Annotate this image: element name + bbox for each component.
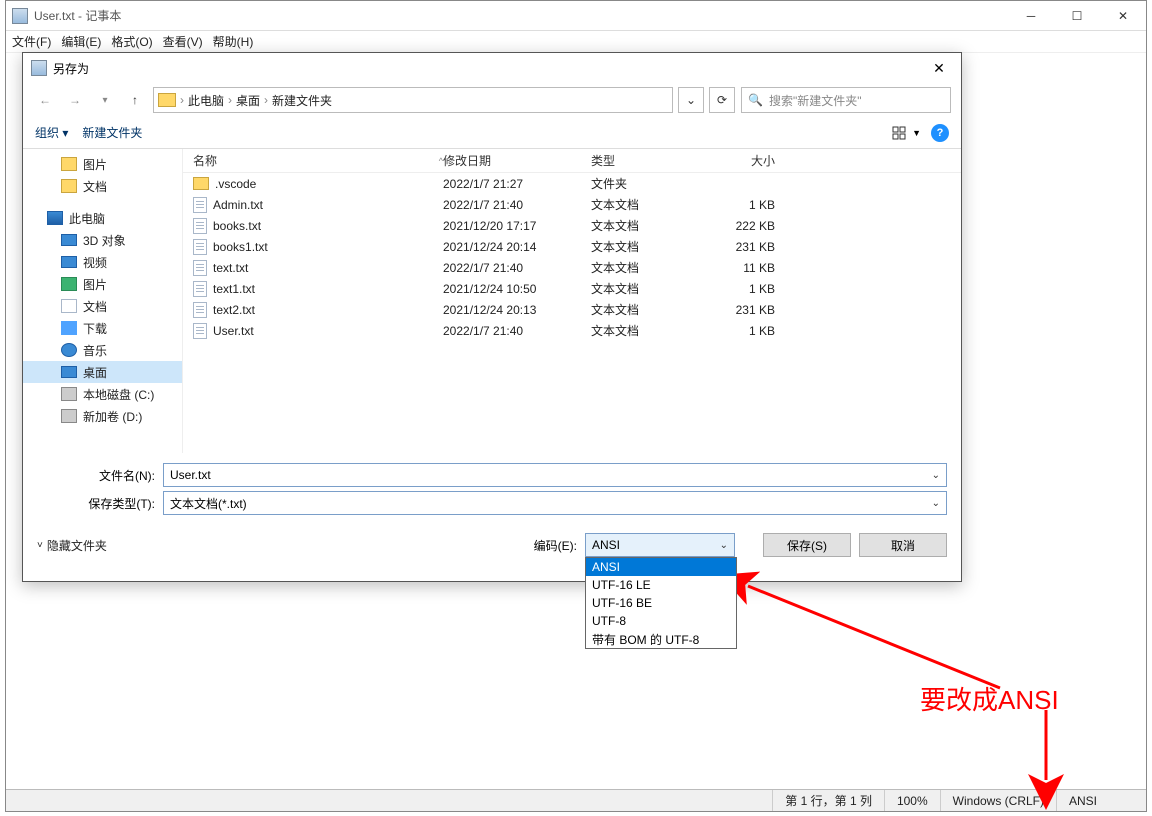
dialog-close-button[interactable]: ✕: [925, 56, 953, 80]
nav-forward-button[interactable]: →: [63, 88, 87, 112]
menubar: 文件(F) 编辑(E) 格式(O) 查看(V) 帮助(H): [6, 31, 1146, 53]
tree-item-videos[interactable]: 视频: [23, 251, 182, 273]
dialog-titlebar: 另存为 ✕: [23, 53, 961, 83]
search-placeholder: 搜索"新建文件夹": [769, 92, 862, 109]
folder-icon: [158, 93, 176, 107]
file-row[interactable]: books.txt2021/12/20 17:17文本文档222 KB: [183, 215, 961, 236]
filetype-select[interactable]: 文本文档(*.txt)⌄: [163, 491, 947, 515]
bottom-row: ˅隐藏文件夹 编码(E): ANSI⌄ ANSIUTF-16 LEUTF-16 …: [23, 523, 961, 557]
txt-file-icon: [193, 302, 207, 318]
folder-icon: [193, 177, 209, 190]
breadcrumb[interactable]: 新建文件夹: [272, 92, 332, 109]
window-title: User.txt - 记事本: [34, 7, 1008, 24]
view-options-button[interactable]: ▼: [892, 126, 921, 140]
txt-file-icon: [193, 281, 207, 297]
filename-label: 文件名(N):: [37, 467, 155, 484]
explorer-body: 图片 文档 此电脑 3D 对象 视频 图片 文档 下载 音乐 桌面 本地磁盘 (…: [23, 149, 961, 453]
status-line-ending: Windows (CRLF): [940, 790, 1056, 811]
encoding-option[interactable]: 带有 BOM 的 UTF-8: [586, 630, 736, 648]
folder-tree[interactable]: 图片 文档 此电脑 3D 对象 视频 图片 文档 下载 音乐 桌面 本地磁盘 (…: [23, 149, 183, 453]
dialog-title: 另存为: [53, 60, 925, 77]
statusbar: 第 1 行，第 1 列 100% Windows (CRLF) ANSI: [6, 789, 1146, 811]
encoding-option[interactable]: UTF-8: [586, 612, 736, 630]
menu-view[interactable]: 查看(V): [163, 33, 203, 50]
nav-back-button[interactable]: ←: [33, 88, 57, 112]
menu-help[interactable]: 帮助(H): [213, 33, 254, 50]
file-list: 名称^ 修改日期 类型 大小 .vscode2022/1/7 21:27文件夹A…: [183, 149, 961, 453]
breadcrumb[interactable]: 桌面: [236, 92, 260, 109]
tree-item-music[interactable]: 音乐: [23, 339, 182, 361]
encoding-option[interactable]: UTF-16 BE: [586, 594, 736, 612]
close-button[interactable]: ✕: [1100, 1, 1146, 31]
txt-file-icon: [193, 239, 207, 255]
tree-item-downloads[interactable]: 下载: [23, 317, 182, 339]
minimize-button[interactable]: ─: [1008, 1, 1054, 31]
save-as-dialog: 另存为 ✕ ← → ▾ ↑ › 此电脑 › 桌面 › 新建文件夹 ⌄ ⟳ 🔍 搜…: [22, 52, 962, 582]
search-icon: 🔍: [748, 93, 763, 107]
toolbar: 组织 ▾ 新建文件夹 ▼ ?: [23, 117, 961, 149]
tree-item-disk-c[interactable]: 本地磁盘 (C:): [23, 383, 182, 405]
organize-button[interactable]: 组织 ▾: [35, 124, 68, 141]
nav-recent-button[interactable]: ▾: [93, 88, 117, 112]
encoding-dropdown-list[interactable]: ANSIUTF-16 LEUTF-16 BEUTF-8带有 BOM 的 UTF-…: [585, 557, 737, 649]
address-dropdown[interactable]: ⌄: [678, 87, 704, 113]
column-name[interactable]: 名称^: [183, 152, 443, 169]
encoding-label: 编码(E):: [534, 537, 577, 554]
search-input[interactable]: 🔍 搜索"新建文件夹": [741, 87, 951, 113]
tree-item-desktop[interactable]: 桌面: [23, 361, 182, 383]
hide-folders-toggle[interactable]: ˅隐藏文件夹: [37, 537, 107, 554]
tree-item-pics2[interactable]: 图片: [23, 273, 182, 295]
list-header: 名称^ 修改日期 类型 大小: [183, 149, 961, 173]
filetype-label: 保存类型(T):: [37, 495, 155, 512]
file-row[interactable]: .vscode2022/1/7 21:27文件夹: [183, 173, 961, 194]
txt-file-icon: [193, 197, 207, 213]
filename-input[interactable]: User.txt⌄: [163, 463, 947, 487]
menu-edit[interactable]: 编辑(E): [61, 33, 101, 50]
file-row[interactable]: text.txt2022/1/7 21:40文本文档11 KB: [183, 257, 961, 278]
tree-item-documents[interactable]: 文档: [23, 175, 182, 197]
save-button[interactable]: 保存(S): [763, 533, 851, 557]
help-button[interactable]: ?: [931, 124, 949, 142]
file-row[interactable]: text2.txt2021/12/24 20:13文本文档231 KB: [183, 299, 961, 320]
tree-item-docs2[interactable]: 文档: [23, 295, 182, 317]
encoding-option[interactable]: UTF-16 LE: [586, 576, 736, 594]
nav-row: ← → ▾ ↑ › 此电脑 › 桌面 › 新建文件夹 ⌄ ⟳ 🔍 搜索"新建文件…: [23, 83, 961, 117]
new-folder-button[interactable]: 新建文件夹: [82, 124, 142, 141]
annotation-text: 要改成ANSI: [920, 680, 1059, 717]
refresh-button[interactable]: ⟳: [709, 87, 735, 113]
tree-item-disk-d[interactable]: 新加卷 (D:): [23, 405, 182, 427]
menu-format[interactable]: 格式(O): [111, 33, 152, 50]
txt-file-icon: [193, 218, 207, 234]
form-area: 文件名(N): User.txt⌄ 保存类型(T): 文本文档(*.txt)⌄: [23, 453, 961, 523]
breadcrumb[interactable]: 此电脑: [188, 92, 224, 109]
txt-file-icon: [193, 323, 207, 339]
dialog-icon: [31, 60, 47, 76]
status-encoding: ANSI: [1056, 790, 1146, 811]
cancel-button[interactable]: 取消: [859, 533, 947, 557]
tree-item-thispc[interactable]: 此电脑: [23, 207, 182, 229]
column-type[interactable]: 类型: [591, 152, 705, 169]
nav-up-button[interactable]: ↑: [123, 88, 147, 112]
file-row[interactable]: Admin.txt2022/1/7 21:40文本文档1 KB: [183, 194, 961, 215]
status-position: 第 1 行，第 1 列: [772, 790, 884, 811]
file-row[interactable]: User.txt2022/1/7 21:40文本文档1 KB: [183, 320, 961, 341]
maximize-button[interactable]: ☐: [1054, 1, 1100, 31]
status-zoom: 100%: [884, 790, 940, 811]
column-size[interactable]: 大小: [705, 152, 785, 169]
tree-item-3d[interactable]: 3D 对象: [23, 229, 182, 251]
encoding-select[interactable]: ANSI⌄ ANSIUTF-16 LEUTF-16 BEUTF-8带有 BOM …: [585, 533, 735, 557]
file-rows[interactable]: .vscode2022/1/7 21:27文件夹Admin.txt2022/1/…: [183, 173, 961, 453]
menu-file[interactable]: 文件(F): [12, 33, 51, 50]
txt-file-icon: [193, 260, 207, 276]
file-row[interactable]: text1.txt2021/12/24 10:50文本文档1 KB: [183, 278, 961, 299]
column-date[interactable]: 修改日期: [443, 152, 591, 169]
encoding-option[interactable]: ANSI: [586, 558, 736, 576]
titlebar: User.txt - 记事本 ─ ☐ ✕: [6, 1, 1146, 31]
address-bar[interactable]: › 此电脑 › 桌面 › 新建文件夹: [153, 87, 673, 113]
tree-item-pictures[interactable]: 图片: [23, 153, 182, 175]
notepad-icon: [12, 8, 28, 24]
file-row[interactable]: books1.txt2021/12/24 20:14文本文档231 KB: [183, 236, 961, 257]
